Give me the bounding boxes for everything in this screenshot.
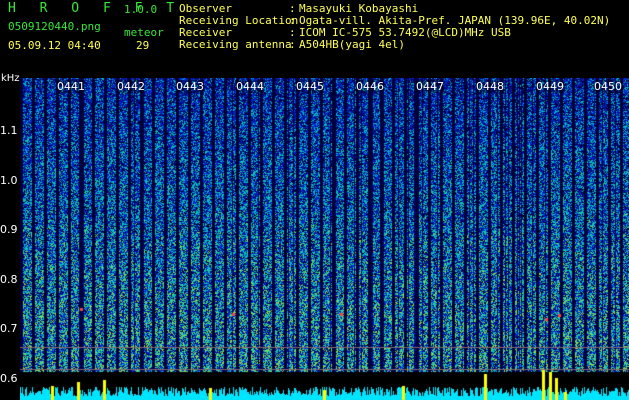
app-version: 1.0.0: [124, 3, 158, 16]
meteor-count: 29: [136, 39, 150, 52]
time-label: 0447: [416, 80, 444, 93]
hrofft-window: H R O F F T 1.0.0 0509120440.png meteor …: [0, 0, 629, 400]
time-label: 0448: [476, 80, 504, 93]
y-tick-label: 0.9: [0, 223, 18, 236]
y-tick-label: 0.8: [0, 273, 18, 286]
time-label: 0443: [176, 80, 204, 93]
info-row-antenna: Receiving antenna: A504HB(yagi 4el): [179, 39, 610, 51]
time-label: 0442: [117, 80, 145, 93]
date-time: 05.09.12 04:40: [8, 39, 101, 52]
time-label: 0446: [356, 80, 384, 93]
info-value: A504HB(yagi 4el): [299, 38, 405, 51]
y-tick-label: 0.7: [0, 322, 18, 335]
y-axis-unit: kHz: [1, 73, 20, 84]
file-name: 0509120440.png: [8, 20, 101, 33]
station-info: Observer: Masayuki Kobayashi Receiving Lo…: [179, 3, 610, 51]
info-key: Receiving antenna: [179, 38, 292, 51]
y-tick-label: 0.6: [0, 372, 18, 385]
y-tick-label: 1.0: [0, 174, 18, 187]
info-separator: :: [289, 38, 296, 51]
meteor-label: meteor: [124, 26, 164, 39]
spectrogram: [20, 78, 629, 400]
y-tick-label: 1.1: [0, 124, 18, 137]
time-label: 0444: [236, 80, 264, 93]
time-label: 0450: [594, 80, 622, 93]
time-label: 0445: [296, 80, 324, 93]
time-label: 0441: [57, 80, 85, 93]
time-label: 0449: [536, 80, 564, 93]
